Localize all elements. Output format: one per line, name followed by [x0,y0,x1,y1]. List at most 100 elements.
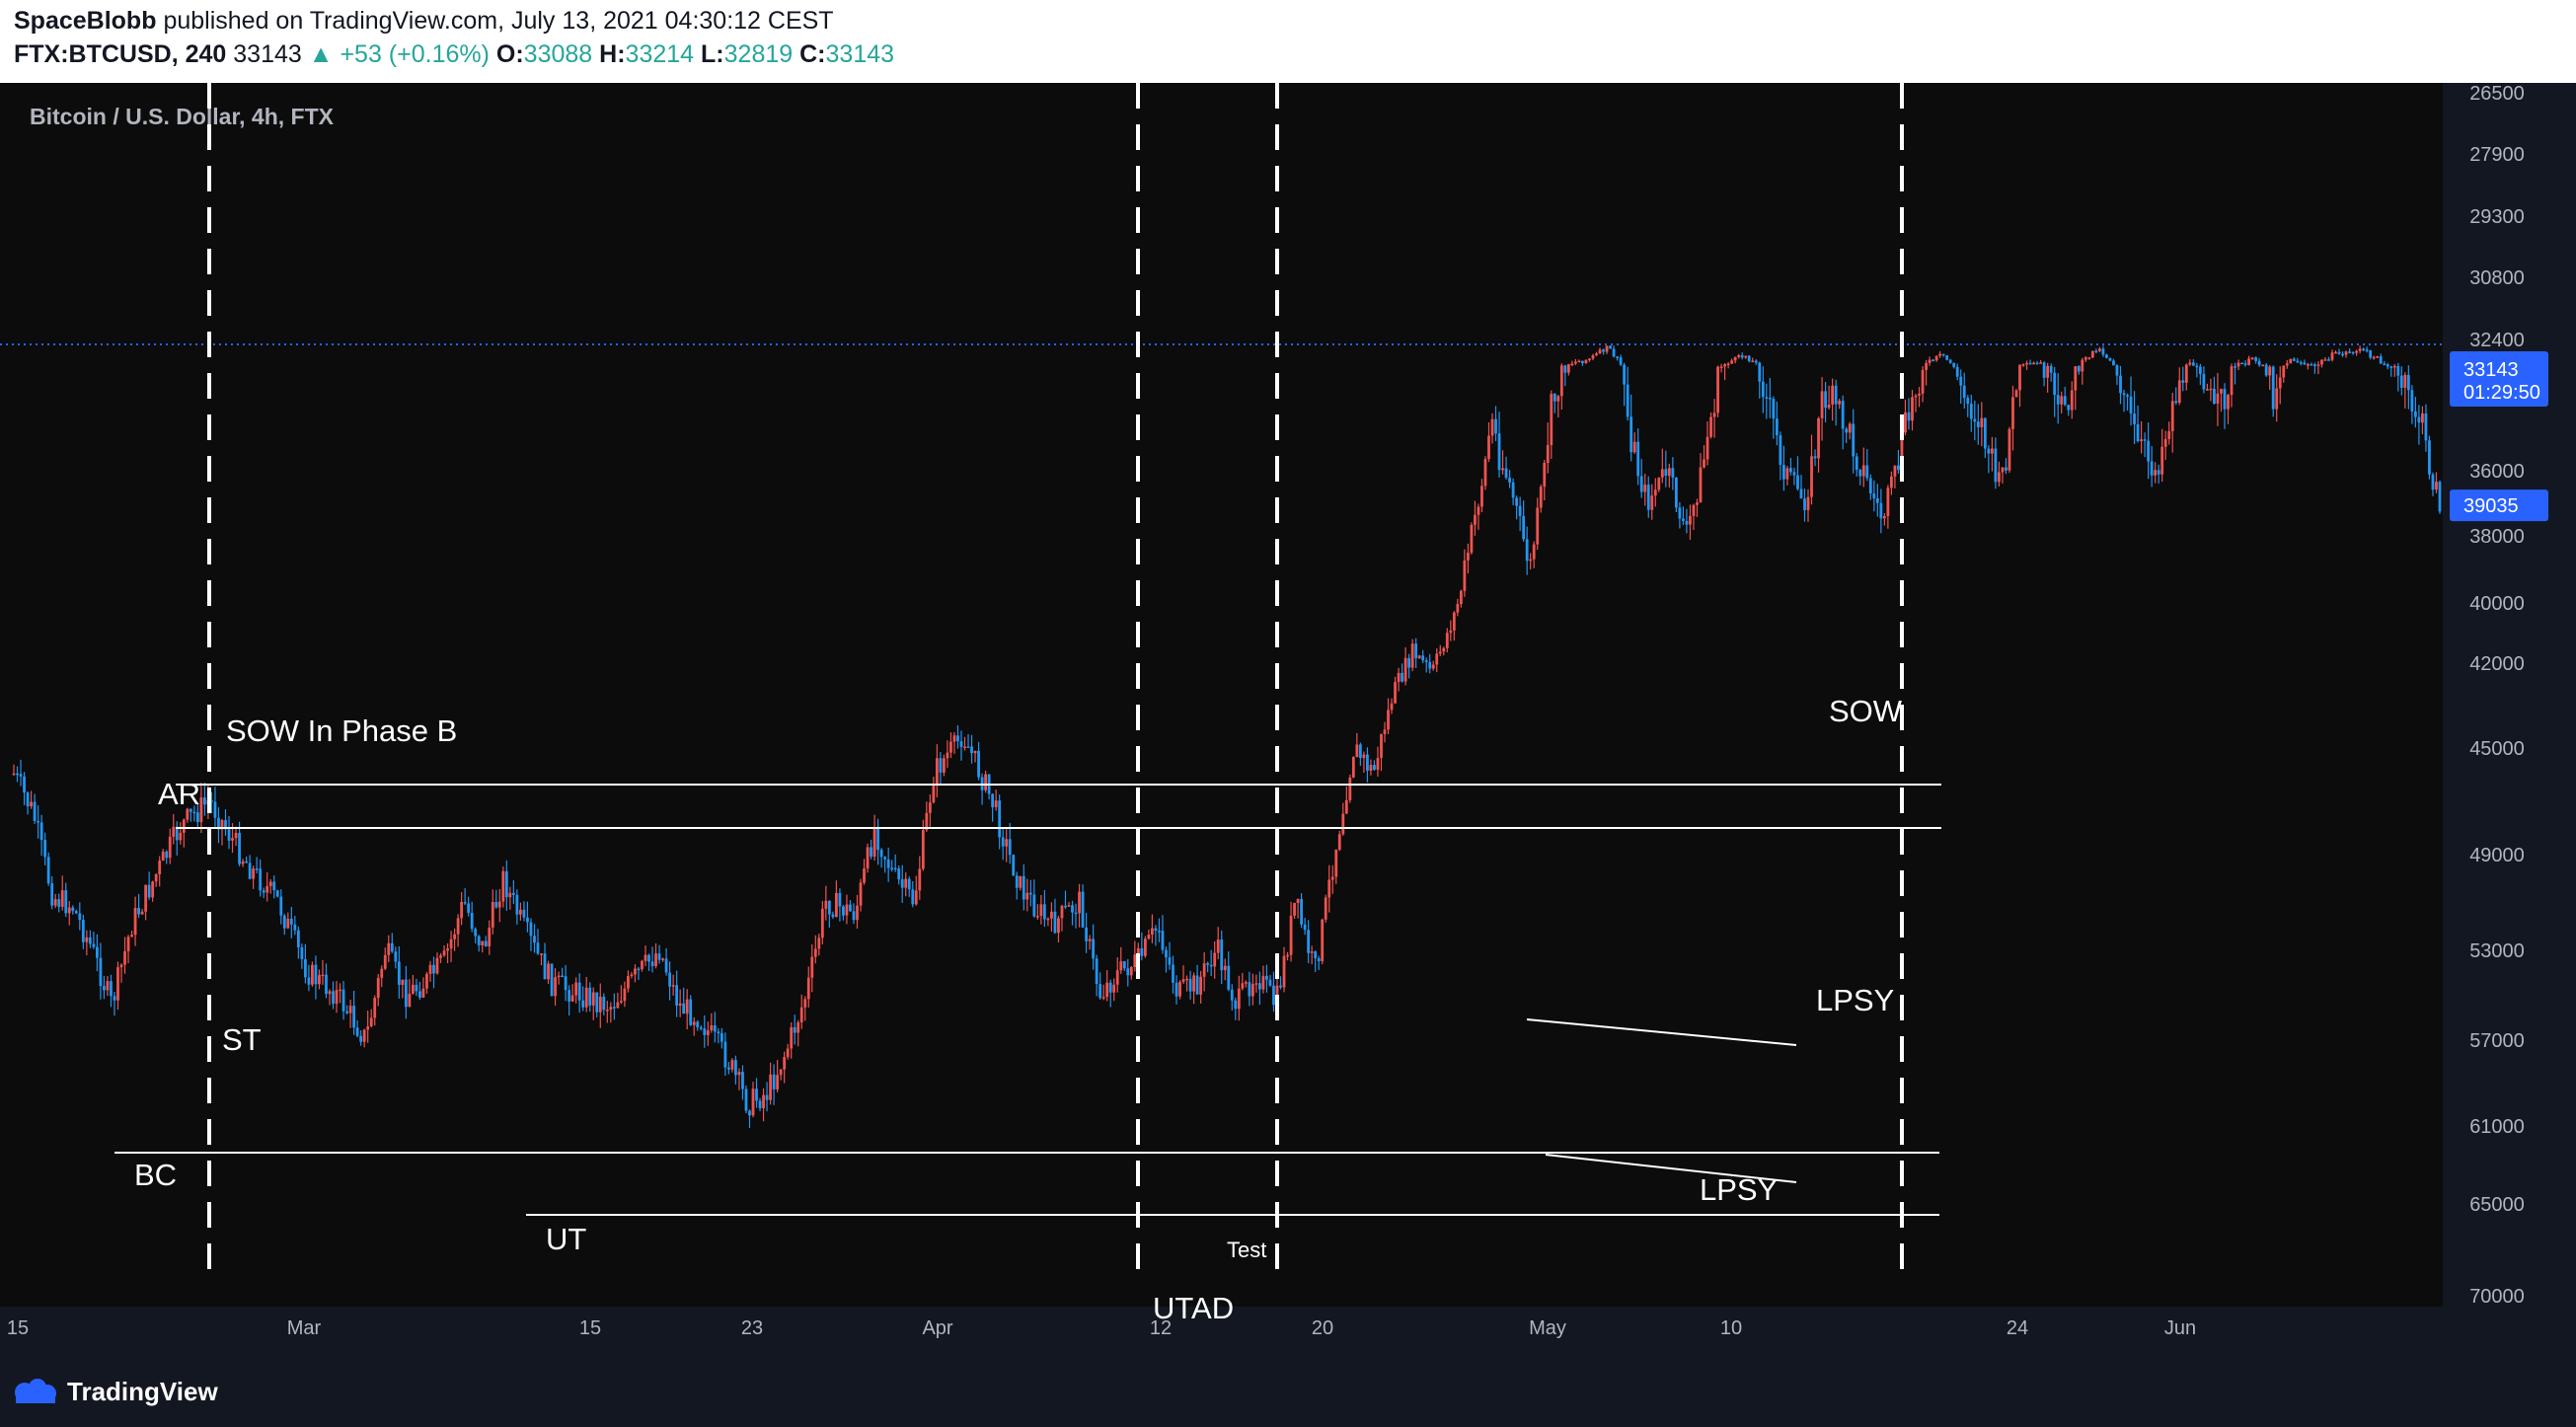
candle-body [1806,496,1810,510]
wyckoff-annotation[interactable]: ST [222,1022,262,1057]
candle-body [1008,839,1012,856]
wyckoff-annotation[interactable]: BC [134,1158,177,1192]
candle-body [824,900,828,909]
candle-body [856,905,859,921]
candle-body [1941,353,1945,356]
price-tick-label: 29300 [2469,206,2525,228]
candle-body [2351,351,2355,354]
candle-body [2355,350,2359,353]
candle-body [1459,590,1463,605]
brand-label: TradingView [67,1376,218,1406]
price-tick-label: 27900 [2469,144,2525,166]
candle-body [2077,366,2081,372]
candle-body [1817,417,1820,459]
candle-body [2188,362,2192,365]
candle-body [831,914,835,918]
candle-body [335,990,339,1005]
candle-body [1566,364,1570,373]
candle-body [2119,375,2122,394]
candle-body [1154,928,1158,932]
candle-body [1664,469,1668,477]
candle-body [2122,393,2126,396]
candle-body [591,992,595,1006]
candle-body [1122,961,1126,969]
candle-body [2268,366,2272,376]
candle-body [2205,389,2209,391]
candle-body [1390,703,1394,711]
candle-body [2282,365,2286,378]
wyckoff-annotation[interactable]: Test [1227,1238,1266,1262]
candle-body [1612,348,1616,357]
candle-body [158,861,162,874]
candle-body [1192,975,1195,992]
candle-body [1064,905,1067,908]
candle-body [1293,902,1296,916]
wyckoff-annotation[interactable]: LPSY [1700,1172,1778,1207]
candle-body [1952,362,1956,367]
candle-body [1330,876,1334,880]
candle-body [692,1021,696,1025]
wyckoff-annotation[interactable]: AR [158,777,200,811]
candle-body [1671,468,1675,478]
candle-body [866,847,870,869]
candle-body [1223,965,1227,971]
candle-body [1921,369,1925,394]
candle-body [300,946,304,959]
candle-body [685,999,689,1014]
candle-body [1813,456,1817,459]
candle-body [952,735,956,742]
candle-body [511,892,515,895]
candle-body [2154,470,2158,476]
candle-body [2230,366,2234,396]
candle-body [1827,404,1831,409]
candle-body [2112,360,2115,366]
candle-body [991,793,995,808]
candle-body [1188,978,1192,992]
wyckoff-annotation[interactable]: LPSY [1816,983,1894,1017]
candle-body [1463,560,1467,591]
candle-body [352,1006,356,1028]
candle-body [2330,352,2334,360]
candle-body [2254,357,2258,361]
candle-body [755,1089,758,1101]
candle-body [799,1007,803,1022]
candle-body [634,968,637,975]
candle-body [842,906,845,916]
wyckoff-annotation[interactable]: UT [546,1222,586,1256]
candle-body [401,979,405,985]
candle-body [1060,905,1064,919]
candle-body [314,964,318,985]
candle-body [355,1027,359,1036]
candle-body [2163,438,2167,447]
candle-body [588,987,592,1006]
candle-body [2174,401,2178,404]
candle-body [1632,441,1636,453]
price-chart[interactable]: Bitcoin / U.S. Dollar, 4h, FTX SOW In Ph… [0,83,2576,1358]
candle-body [1074,912,1078,915]
candle-body [605,1010,609,1012]
time-tick-label: 12 [1150,1317,1172,1339]
candle-body [1875,497,1879,503]
candle-body [904,878,908,888]
candle-body [543,953,547,980]
candle-body [376,977,380,999]
candle-body [1994,448,1998,483]
author-name[interactable]: SpaceBlobb [14,7,156,35]
candle-body [2202,373,2206,390]
wyckoff-annotation[interactable]: SOW In Phase B [226,714,457,748]
candle-body [1591,355,1595,359]
candle-body [508,892,512,898]
wyckoff-annotation[interactable]: SOW [1829,694,1903,728]
candle-body [248,863,252,879]
price-tick-label: 61000 [2469,1116,2525,1138]
candle-body [1431,664,1435,669]
candle-body [630,974,634,977]
candle-body [2220,389,2223,394]
candle-body [1536,507,1540,545]
price-tick-label: 40000 [2469,593,2525,615]
candle-body [1581,360,1584,364]
candle-body [1959,376,1963,386]
candle-body [2271,366,2275,410]
candle-body [488,927,492,947]
tradingview-brand[interactable]: TradingView [14,1374,218,1409]
